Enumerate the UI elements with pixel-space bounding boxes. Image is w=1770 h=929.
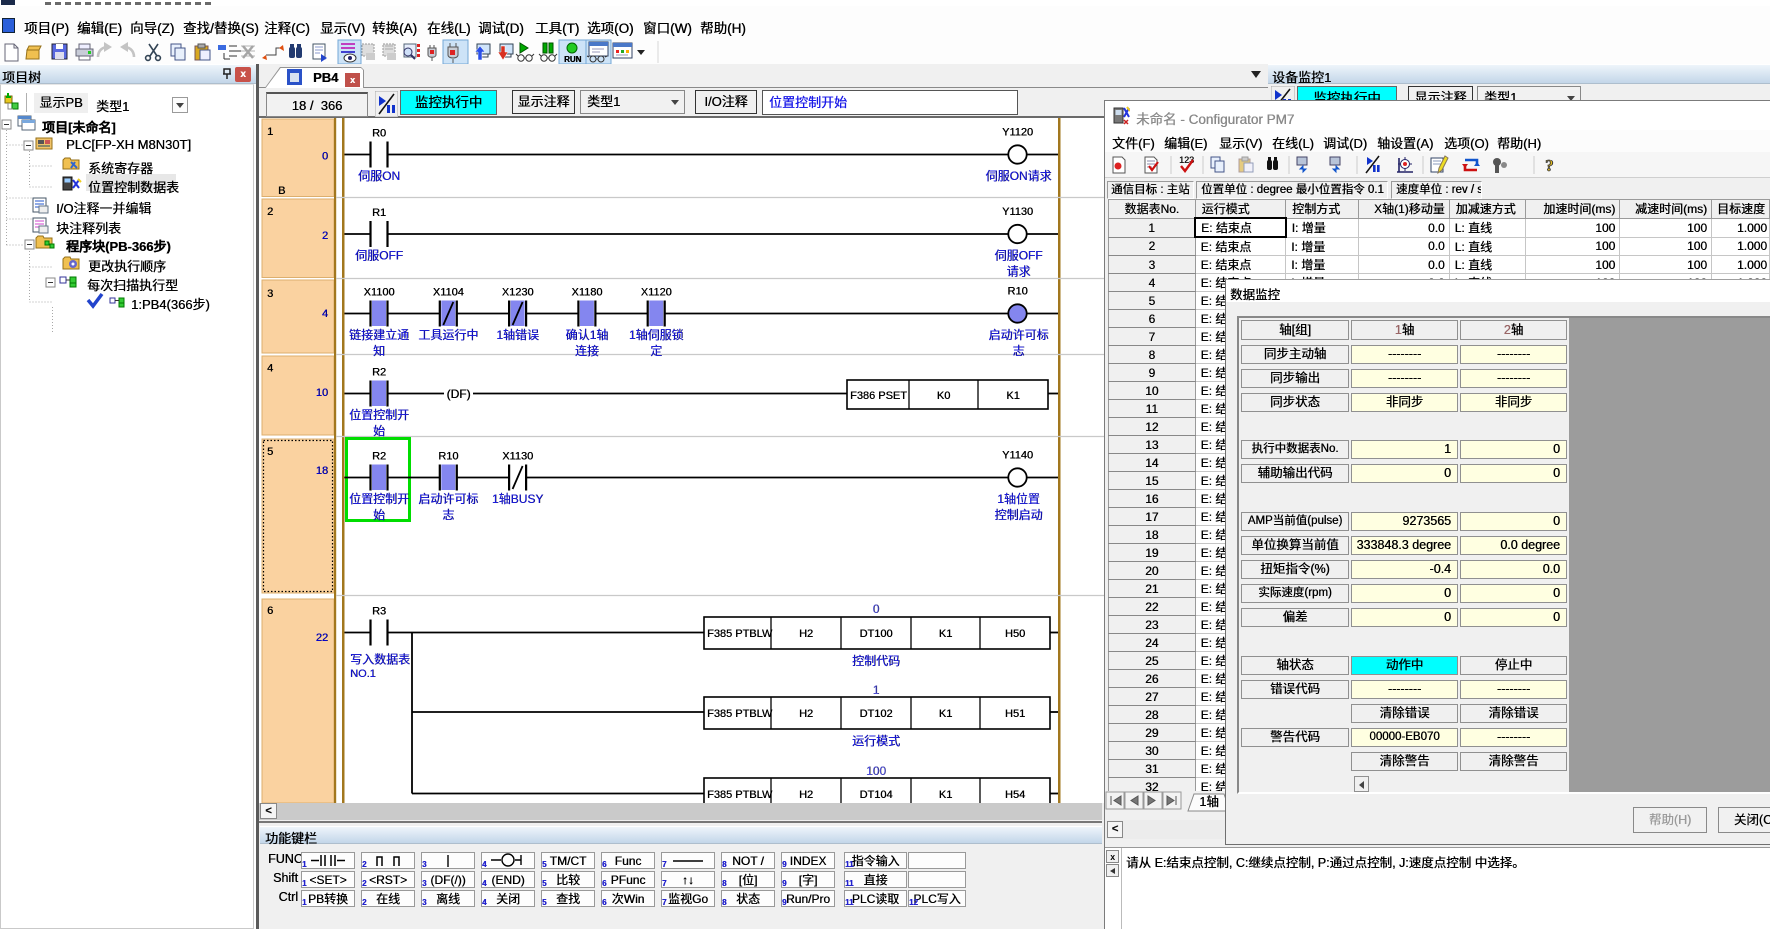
svg-text:K1: K1 <box>1006 390 1019 402</box>
svg-text:R10: R10 <box>438 451 458 463</box>
svg-text:Y1140: Y1140 <box>1002 450 1033 462</box>
svg-text:K1: K1 <box>939 628 952 640</box>
svg-text:X1100: X1100 <box>364 287 395 299</box>
svg-text:启动许可标: 启动许可标 <box>988 328 1048 342</box>
svg-text:0: 0 <box>873 602 880 616</box>
svg-text:2: 2 <box>322 230 328 242</box>
svg-text:工具运行中: 工具运行中 <box>418 327 478 342</box>
svg-text:1: 1 <box>873 683 880 697</box>
svg-text:伺服ON: 伺服ON <box>358 169 400 183</box>
svg-text:控制启动: 控制启动 <box>994 508 1042 522</box>
svg-text:伺服OFF: 伺服OFF <box>355 249 403 263</box>
svg-text:志: 志 <box>442 508 454 522</box>
svg-text:B: B <box>278 185 285 197</box>
svg-text:控制代码: 控制代码 <box>852 654 900 668</box>
svg-text:4: 4 <box>267 363 273 375</box>
svg-text:1轴错误: 1轴错误 <box>496 327 539 342</box>
svg-text:22: 22 <box>316 632 328 644</box>
svg-text:X1130: X1130 <box>502 451 533 463</box>
svg-text:R1: R1 <box>372 207 386 219</box>
svg-text:5: 5 <box>267 446 273 458</box>
svg-text:100: 100 <box>866 764 886 778</box>
svg-text:1轴位置: 1轴位置 <box>997 491 1040 506</box>
svg-text:6: 6 <box>267 605 273 617</box>
svg-text:位置控制开: 位置控制开 <box>349 407 409 422</box>
svg-text:18: 18 <box>316 465 328 477</box>
svg-text:DT104: DT104 <box>859 789 892 801</box>
svg-text:请求: 请求 <box>1006 265 1030 279</box>
svg-text:10: 10 <box>316 387 328 399</box>
svg-text:F385 PTBLW: F385 PTBLW <box>707 708 773 720</box>
svg-text:(DF): (DF) <box>447 387 471 401</box>
svg-text:定: 定 <box>650 343 662 358</box>
svg-text:K1: K1 <box>939 789 952 801</box>
svg-text:H50: H50 <box>1005 628 1025 640</box>
svg-text:H51: H51 <box>1005 708 1025 720</box>
svg-text:志: 志 <box>1012 344 1024 358</box>
svg-text:2: 2 <box>267 206 273 218</box>
svg-text:H2: H2 <box>799 628 813 640</box>
svg-text:Y1130: Y1130 <box>1002 206 1033 218</box>
svg-text:R3: R3 <box>372 606 386 618</box>
svg-text:R10: R10 <box>1007 286 1027 298</box>
svg-text:DT102: DT102 <box>859 708 892 720</box>
svg-text:1轴BUSY: 1轴BUSY <box>492 491 543 506</box>
svg-text:1: 1 <box>267 126 273 138</box>
svg-text:运行模式: 运行模式 <box>852 734 900 748</box>
svg-text:3: 3 <box>267 288 273 300</box>
svg-text:R0: R0 <box>372 128 386 140</box>
svg-text:H2: H2 <box>799 789 813 801</box>
svg-text:F386 PSET: F386 PSET <box>850 390 907 402</box>
svg-text:启动许可标: 启动许可标 <box>418 492 478 506</box>
svg-text:伺服OFF: 伺服OFF <box>995 249 1043 263</box>
svg-text:R2: R2 <box>372 451 386 463</box>
svg-text:伺服ON请求: 伺服ON请求 <box>985 169 1051 183</box>
svg-text:K0: K0 <box>937 390 950 402</box>
svg-text:H2: H2 <box>799 708 813 720</box>
svg-text:NO.1: NO.1 <box>350 668 376 680</box>
svg-text:链接建立通: 链接建立通 <box>349 327 409 342</box>
svg-text:X1120: X1120 <box>641 287 672 299</box>
svg-text:始: 始 <box>373 424 385 438</box>
svg-text:RUN: RUN <box>564 55 582 64</box>
svg-text:位置控制开: 位置控制开 <box>349 491 409 506</box>
svg-text:连接: 连接 <box>575 343 599 358</box>
svg-text:X1230: X1230 <box>502 287 534 299</box>
svg-text:确认1轴: 确认1轴 <box>566 327 609 342</box>
svg-text:H54: H54 <box>1005 789 1025 801</box>
svg-text:?: ? <box>1545 156 1554 175</box>
svg-text:X1104: X1104 <box>433 287 464 299</box>
svg-text:1轴伺服锁: 1轴伺服锁 <box>629 327 684 342</box>
svg-text:写入数据表: 写入数据表 <box>350 652 410 667</box>
svg-text:4: 4 <box>322 308 328 320</box>
svg-text:F385 PTBLW: F385 PTBLW <box>707 789 773 801</box>
svg-text:X1180: X1180 <box>571 287 602 299</box>
svg-text:1轴: 1轴 <box>1199 794 1218 809</box>
svg-text:DT100: DT100 <box>859 628 892 640</box>
svg-text:F385 PTBLW: F385 PTBLW <box>707 628 773 640</box>
svg-text:知: 知 <box>373 344 385 358</box>
svg-text:始: 始 <box>373 508 385 522</box>
svg-text:0: 0 <box>322 151 328 163</box>
svg-text:Y1120: Y1120 <box>1002 127 1033 139</box>
svg-text:R2: R2 <box>372 367 386 379</box>
svg-text:K1: K1 <box>939 708 952 720</box>
